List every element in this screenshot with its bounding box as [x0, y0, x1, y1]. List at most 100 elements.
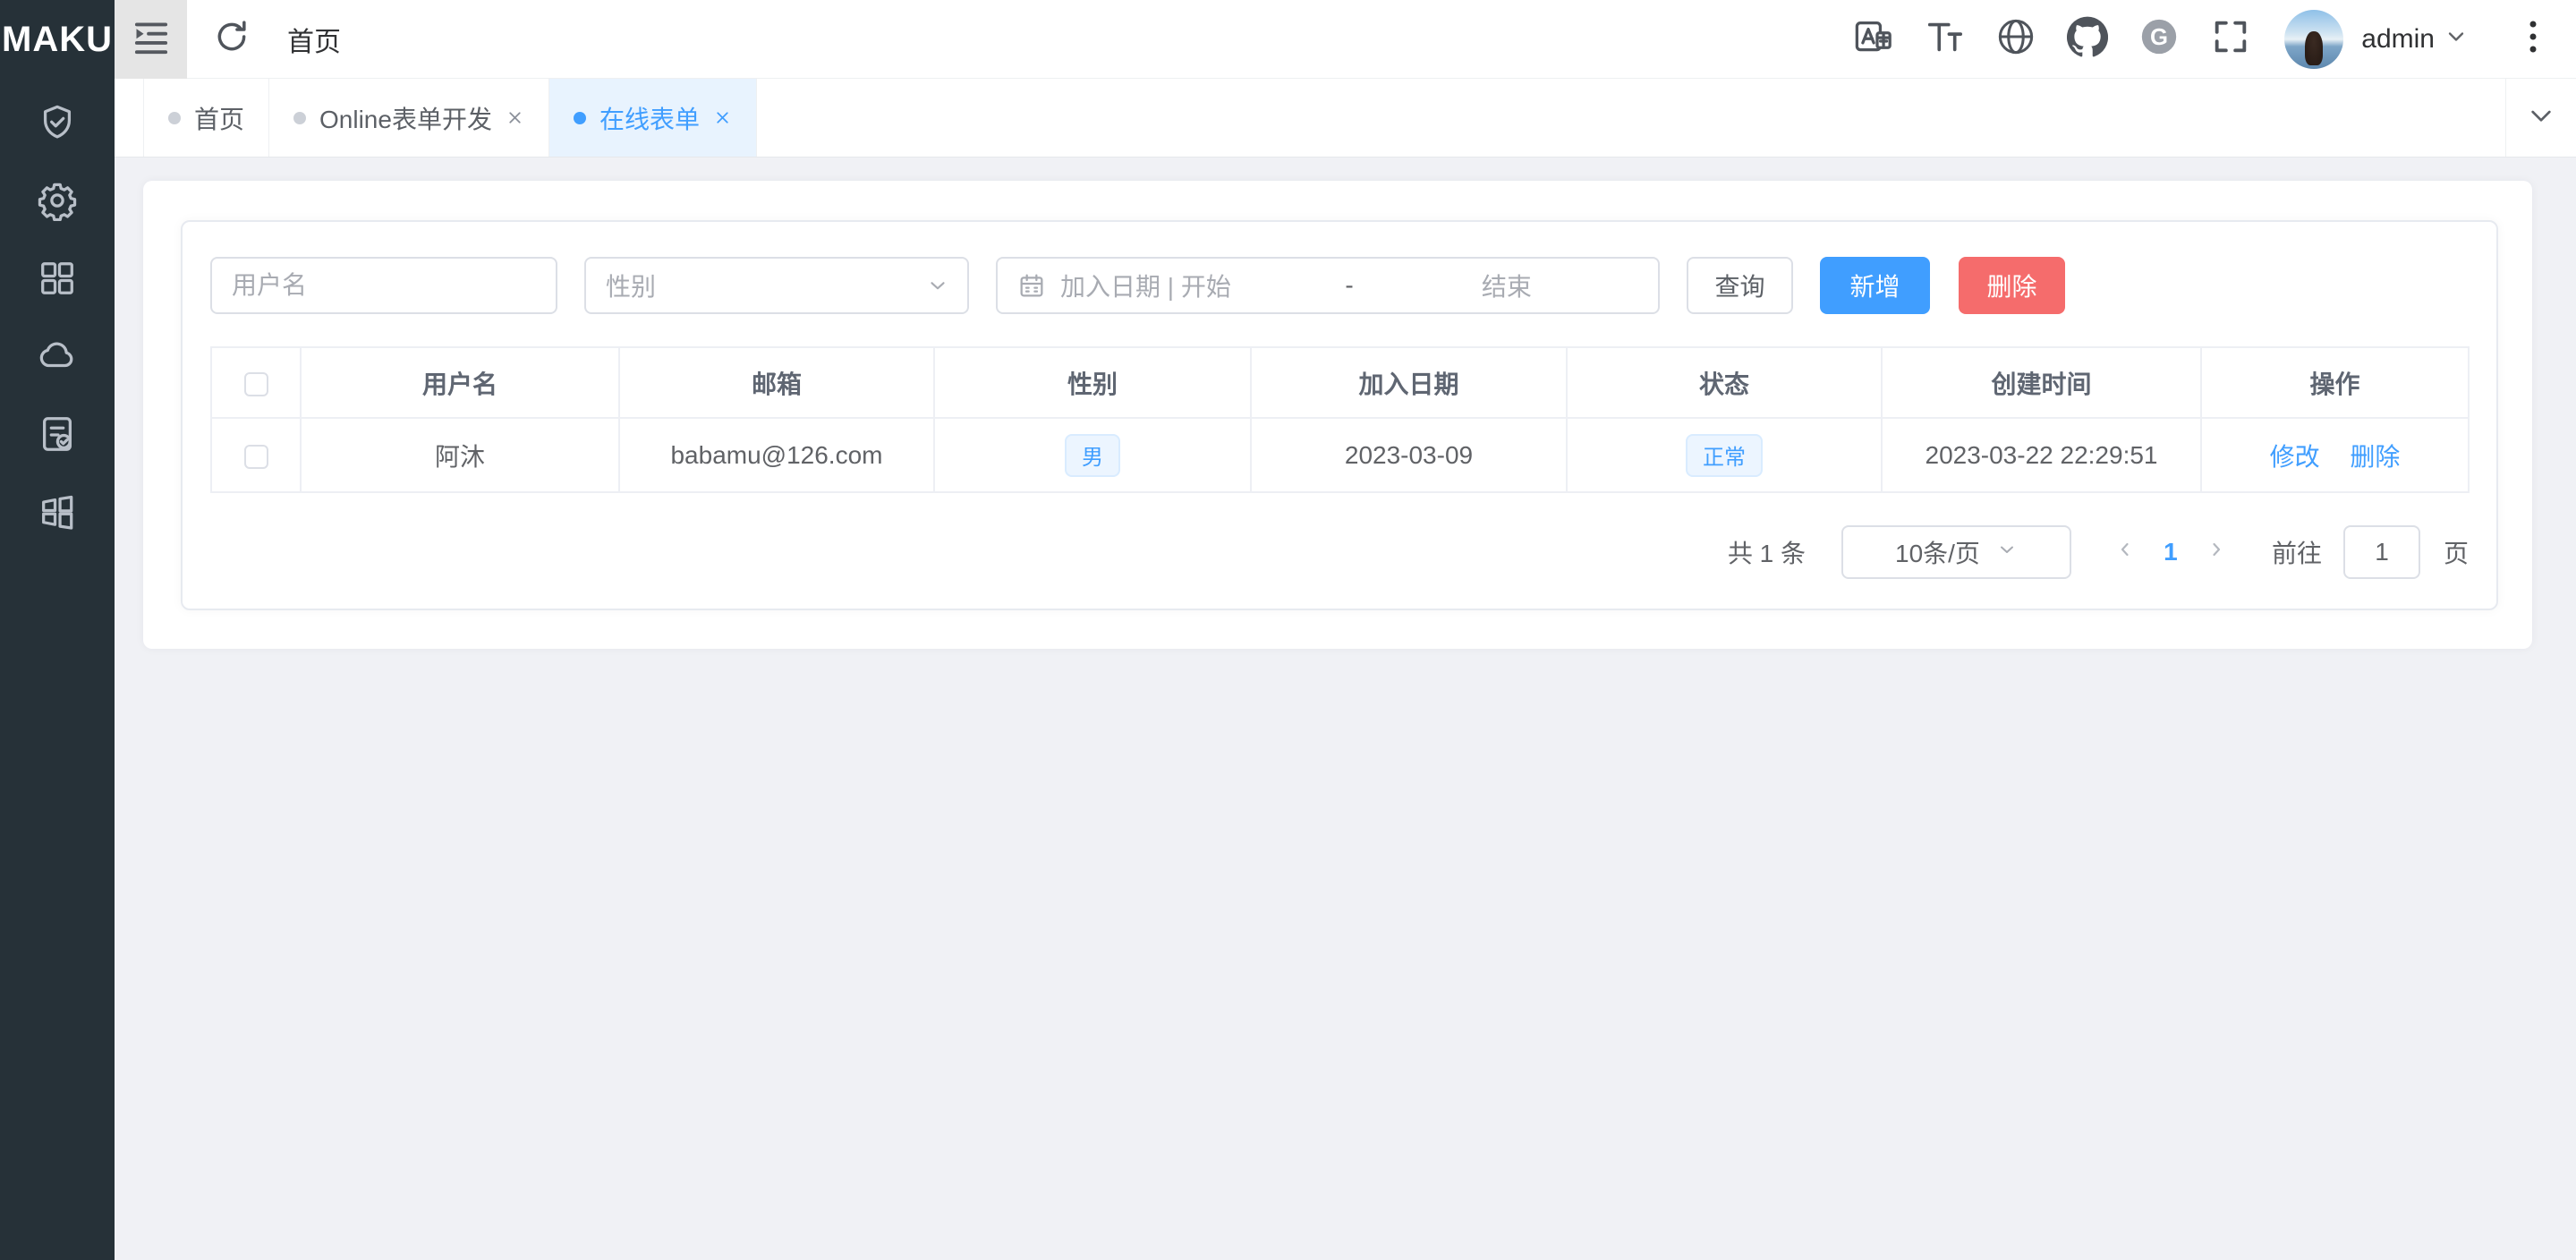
row-checkbox[interactable]: [244, 445, 268, 469]
sidebar-item-apps[interactable]: [0, 242, 115, 319]
chevron-right-icon: [2206, 538, 2227, 566]
table-header-row: 用户名 邮箱 性别 加入日期 状态 创建时间 操作: [211, 347, 2469, 418]
status-badge: 正常: [1686, 434, 1763, 477]
refresh-button[interactable]: [207, 14, 257, 64]
sidebar-fold-button[interactable]: [115, 0, 187, 79]
tab-label: 首页: [194, 100, 244, 136]
search-button[interactable]: 查询: [1687, 257, 1793, 314]
next-page-button[interactable]: [2198, 525, 2234, 579]
date-start-placeholder: 加入日期 | 开始: [1060, 268, 1323, 303]
globe-button[interactable]: [1980, 0, 2052, 79]
breadcrumb: 首页: [287, 20, 341, 59]
svg-text:G: G: [2150, 25, 2168, 50]
language-switch-button[interactable]: [1837, 0, 1909, 79]
fold-menu-icon: [132, 17, 171, 61]
cell-username: 阿沐: [301, 418, 619, 492]
page-size-value: 10条/页: [1895, 534, 1980, 570]
tab-dot-icon: [168, 112, 181, 124]
pagination: 共 1 条 10条/页 1: [210, 525, 2469, 579]
chevron-down-icon: [2527, 101, 2555, 134]
edit-link[interactable]: 修改: [2270, 443, 2320, 471]
cell-email: babamu@126.com: [619, 418, 934, 492]
gender-tag: 男: [1065, 434, 1120, 477]
column-header-email: 邮箱: [619, 347, 934, 418]
pagination-total: 共 1 条: [1728, 534, 1806, 570]
sidebar: MAKU: [0, 0, 115, 1260]
data-table: 用户名 邮箱 性别 加入日期 状态 创建时间 操作: [210, 346, 2469, 493]
query-card: 性别 加入日期 | 开始 - 结束: [181, 220, 2498, 610]
calendar-icon: [1017, 271, 1046, 300]
tab-close-icon[interactable]: [506, 108, 524, 127]
chevron-down-icon: [926, 274, 949, 297]
app-root: MAKU: [0, 0, 2576, 1260]
column-header-username: 用户名: [301, 347, 619, 418]
refresh-icon: [213, 18, 251, 60]
sidebar-item-cloud[interactable]: [0, 319, 115, 397]
cell-actions: 修改 删除: [2201, 418, 2469, 492]
select-all-checkbox[interactable]: [244, 372, 268, 396]
gear-icon: [37, 180, 78, 226]
prev-page-button[interactable]: [2107, 525, 2143, 579]
tab-close-icon[interactable]: [713, 108, 732, 127]
windows-grid-icon: [37, 491, 78, 537]
font-size-button[interactable]: [1909, 0, 1980, 79]
header-select-all-cell: [211, 347, 301, 418]
top-header: 首页: [115, 0, 2576, 79]
delete-button[interactable]: 删除: [1959, 257, 2065, 314]
fullscreen-icon: [2210, 16, 2251, 62]
user-dropdown-caret[interactable]: [2444, 24, 2469, 54]
user-name[interactable]: admin: [2361, 24, 2435, 55]
language-icon: [1852, 16, 1893, 62]
delete-link[interactable]: 删除: [2350, 443, 2400, 471]
fullscreen-button[interactable]: [2195, 0, 2266, 79]
tab-online-form-dev[interactable]: Online表单开发: [269, 79, 549, 157]
page-number-1[interactable]: 1: [2150, 538, 2191, 566]
sidebar-item-online-form[interactable]: [0, 397, 115, 475]
content-area: 性别 加入日期 | 开始 - 结束: [115, 158, 2576, 1260]
github-button[interactable]: [2052, 0, 2123, 79]
column-header-created-at: 创建时间: [1882, 347, 2201, 418]
sidebar-item-security[interactable]: [0, 86, 115, 164]
column-header-status: 状态: [1567, 347, 1882, 418]
column-header-gender: 性别: [934, 347, 1251, 418]
globe-icon: [1995, 16, 2036, 62]
shield-check-icon: [37, 102, 78, 148]
filter-form: 性别 加入日期 | 开始 - 结束: [210, 257, 2469, 314]
page-size-select[interactable]: 10条/页: [1841, 525, 2071, 579]
page-card: 性别 加入日期 | 开始 - 结束: [143, 181, 2532, 649]
cell-join-date: 2023-03-09: [1251, 418, 1567, 492]
add-button[interactable]: 新增: [1820, 257, 1930, 314]
row-select-cell: [211, 418, 301, 492]
tab-list-dropdown-button[interactable]: [2505, 79, 2576, 157]
cell-gender: 男: [934, 418, 1251, 492]
sidebar-menu: [0, 79, 115, 553]
page-unit-label: 页: [2444, 534, 2469, 570]
goto-page-input[interactable]: [2343, 525, 2420, 579]
more-menu-button[interactable]: [2513, 13, 2553, 66]
gender-select[interactable]: 性别: [584, 257, 969, 314]
username-input[interactable]: [210, 257, 557, 314]
date-separator: -: [1338, 271, 1360, 300]
column-header-join-date: 加入日期: [1251, 347, 1567, 418]
tab-home[interactable]: 首页: [143, 79, 269, 157]
table-row: 阿沐 babamu@126.com 男 2023-03-09 正常 2023-0…: [211, 418, 2469, 492]
gender-select-placeholder: 性别: [606, 268, 656, 303]
tab-online-form[interactable]: 在线表单: [549, 79, 757, 157]
join-date-range-picker[interactable]: 加入日期 | 开始 - 结束: [996, 257, 1660, 314]
tab-label: Online表单开发: [319, 100, 492, 136]
goto-label: 前往: [2272, 534, 2322, 570]
tab-dot-icon: [293, 112, 306, 124]
grid-icon: [37, 258, 78, 303]
user-avatar[interactable]: [2284, 10, 2343, 69]
tab-label: 在线表单: [599, 100, 700, 136]
sidebar-item-settings[interactable]: [0, 164, 115, 242]
sidebar-item-lowcode[interactable]: [0, 475, 115, 553]
column-header-actions: 操作: [2201, 347, 2469, 418]
gitee-icon: G: [2138, 16, 2180, 62]
date-end-placeholder: 结束: [1375, 268, 1638, 303]
github-icon: [2067, 16, 2108, 62]
cell-created-at: 2023-03-22 22:29:51: [1882, 418, 2201, 492]
form-check-icon: [37, 413, 78, 459]
kebab-menu-icon: [2527, 17, 2539, 61]
gitee-button[interactable]: G: [2123, 0, 2195, 79]
